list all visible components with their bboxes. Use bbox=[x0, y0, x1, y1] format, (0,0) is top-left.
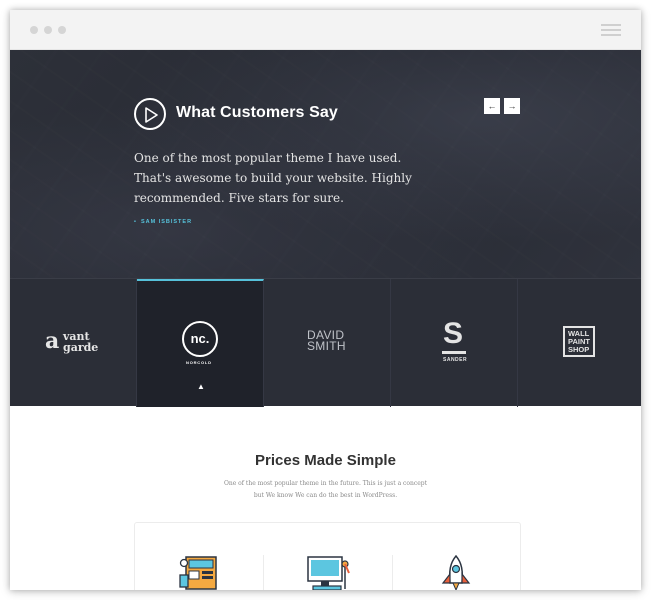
browser-window: What Customers Say ← → One of the most p… bbox=[10, 10, 641, 590]
hamburger-icon[interactable] bbox=[601, 24, 621, 36]
arrow-left-icon[interactable]: ← bbox=[484, 98, 500, 114]
pricing-card bbox=[134, 522, 521, 590]
window-dot-1 bbox=[30, 26, 38, 34]
pricing-divider-1 bbox=[263, 555, 264, 590]
web-design-icon bbox=[179, 556, 217, 590]
pricing-subtitle: One of the most popular theme in the fut… bbox=[223, 480, 428, 499]
sander-label: SANDER bbox=[443, 357, 468, 363]
play-icon[interactable] bbox=[134, 98, 166, 130]
window-dot-3 bbox=[58, 26, 66, 34]
wallpaintshop-logo: WALL PAINT SHOP bbox=[563, 326, 595, 357]
davidsmith-line2: SMITH bbox=[307, 339, 346, 353]
pointer-cursor-icon: ▲ bbox=[197, 382, 205, 391]
logo-cell-vantgarde[interactable]: a vant garde bbox=[10, 279, 137, 407]
rocket-icon bbox=[441, 555, 471, 590]
pricing-divider-2 bbox=[392, 555, 393, 590]
logo-cell-wallpaintshop[interactable]: WALL PAINT SHOP bbox=[518, 279, 641, 407]
author-name: SAM ISBISTER bbox=[140, 219, 193, 225]
logo-cell-davidsmith[interactable]: DAVID SMITH bbox=[264, 279, 391, 407]
window-dot-2 bbox=[44, 26, 52, 34]
testimonial-title: What Customers Say bbox=[176, 104, 338, 121]
norcold-label: NORCOLD bbox=[186, 360, 212, 365]
vantgarde-logo: a vant garde bbox=[45, 328, 105, 358]
logo-cell-norcold[interactable]: nc. NORCOLD ▲ bbox=[137, 279, 264, 407]
sander-bar bbox=[442, 351, 466, 354]
testimonial-section: What Customers Say ← → One of the most p… bbox=[10, 50, 641, 278]
vantgarde-line2: garde bbox=[63, 341, 99, 354]
vantgarde-mark: a bbox=[45, 328, 60, 354]
author-bullet: • bbox=[134, 219, 137, 225]
norcold-logo: nc. bbox=[182, 321, 218, 357]
logo-cell-sander[interactable]: S SANDER bbox=[391, 279, 518, 407]
pricing-title: Prices Made Simple bbox=[255, 452, 396, 469]
testimonial-author: • SAM ISBISTER bbox=[134, 219, 192, 225]
wallpaintshop-line3: SHOP bbox=[568, 345, 590, 354]
testimonial-quote: One of the most popular theme I have use… bbox=[134, 151, 412, 205]
client-logos-strip: a vant garde nc. NORCOLD ▲ DAVID SMITH S… bbox=[10, 278, 641, 407]
sander-logo: S bbox=[443, 317, 464, 350]
desktop-icon bbox=[307, 556, 350, 590]
davidsmith-logo: DAVID SMITH bbox=[307, 329, 346, 353]
window-chrome bbox=[10, 10, 641, 50]
arrow-right-icon[interactable]: → bbox=[504, 98, 520, 114]
